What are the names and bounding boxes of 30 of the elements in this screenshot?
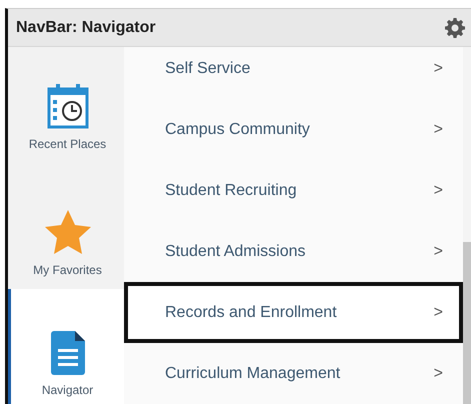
menu-item-label: Campus Community [165,120,310,138]
menu-item[interactable]: Campus Community > [124,99,463,160]
sidebar-tile[interactable]: Navigator [8,289,124,404]
chevron: > [434,120,443,138]
header-title: NavBar: Navigator [16,18,156,36]
document-icon [50,331,84,375]
menu-item[interactable]: Self Service > [124,47,463,99]
chevron: > [434,60,443,78]
menu-item[interactable]: Student Recruiting > [124,160,463,221]
tile-label: Navigator [42,383,94,397]
tile-label: Recent Places [28,137,106,151]
sidebar-tile[interactable]: Recent Places [8,47,124,163]
sidebar-tile[interactable]: My Favorites [8,163,124,289]
star-icon [44,209,92,255]
menu-item[interactable]: Curriculum Management > [124,343,463,404]
chevron: > [434,304,443,322]
scrollbar-thumb[interactable] [463,242,471,404]
chevron: > [434,182,443,200]
menu-item[interactable]: Student Admissions > [124,221,463,282]
menu-item-label: Student Admissions [165,242,306,260]
menu-item-label: Curriculum Management [165,364,340,382]
menu-item-label: Records and Enrollment [165,304,337,322]
chevron: > [434,242,443,260]
menu-item-label: Self Service [165,60,250,78]
menu-item-label: Student Recruiting [165,182,297,200]
chevron: > [434,364,443,382]
settings-icon[interactable] [445,18,465,38]
tile-label: My Favorites [33,263,102,277]
highlighted-menu-item[interactable]: Records and Enrollment > [124,282,463,343]
calendar-clock-icon [46,83,88,129]
